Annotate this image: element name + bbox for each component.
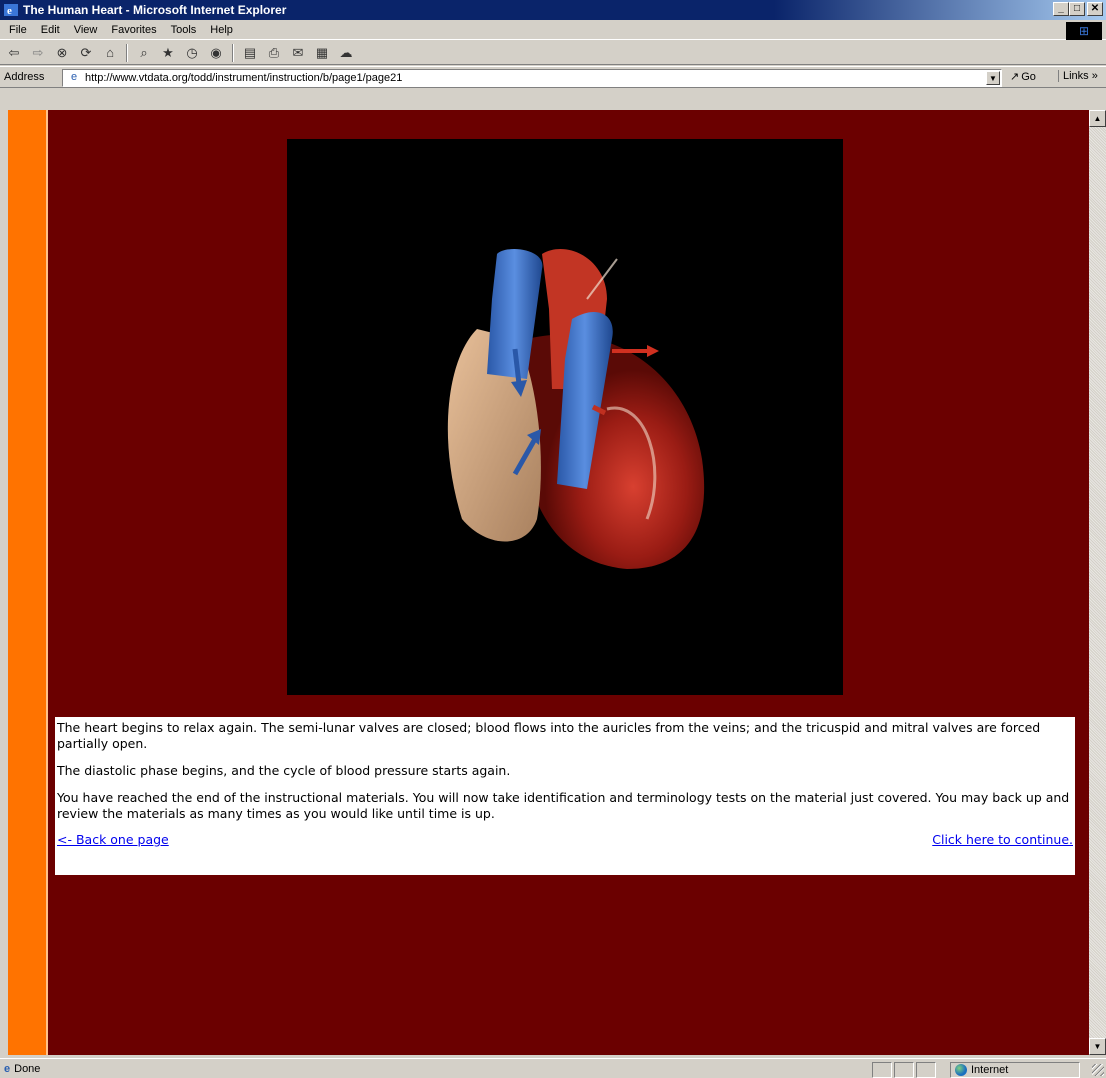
address-field[interactable]: e ▼ bbox=[62, 69, 1002, 87]
page-viewport: The heart begins to relax again. The sem… bbox=[8, 110, 1089, 1055]
address-label: Address bbox=[4, 71, 45, 83]
menu-file[interactable]: File bbox=[2, 24, 34, 36]
zone-label: Internet bbox=[971, 1064, 1009, 1076]
forward-icon[interactable]: ⇨ bbox=[28, 43, 48, 63]
go-label: Go bbox=[1021, 70, 1036, 83]
discuss-icon[interactable]: ☁ bbox=[336, 43, 356, 63]
back-icon[interactable]: ⇦ bbox=[4, 43, 24, 63]
toolbar-separator bbox=[232, 43, 234, 62]
media-icon[interactable]: ◉ bbox=[206, 43, 226, 63]
security-zone: Internet bbox=[950, 1062, 1080, 1078]
navigation-links: <- Back one page Click here to continue. bbox=[57, 832, 1073, 848]
back-one-page-link[interactable]: <- Back one page bbox=[57, 832, 169, 848]
go-arrow-icon: ↗ bbox=[1010, 71, 1020, 83]
links-button[interactable]: Links » bbox=[1058, 70, 1098, 82]
status-area: e Done bbox=[0, 1063, 40, 1075]
stop-icon[interactable]: ⊗ bbox=[52, 43, 72, 63]
window-title: The Human Heart - Microsoft Internet Exp… bbox=[23, 3, 287, 17]
close-button[interactable]: ✕ bbox=[1087, 2, 1103, 16]
viewport-frame-left bbox=[0, 88, 8, 1055]
scroll-up-icon[interactable]: ▲ bbox=[1089, 110, 1106, 127]
address-dropdown-icon[interactable]: ▼ bbox=[986, 71, 1000, 85]
status-text: Done bbox=[14, 1062, 41, 1075]
status-pane bbox=[872, 1062, 892, 1078]
window-titlebar: e The Human Heart - Microsoft Internet E… bbox=[0, 0, 1106, 20]
windows-logo-icon: ⊞ bbox=[1066, 22, 1102, 40]
go-button[interactable]: ↗ Go bbox=[1010, 70, 1036, 84]
description-paragraph-2: The diastolic phase begins, and the cycl… bbox=[57, 763, 511, 778]
status-pane bbox=[894, 1062, 914, 1078]
description-paragraph-1: The heart begins to relax again. The sem… bbox=[57, 720, 1041, 751]
maximize-button[interactable]: □ bbox=[1069, 2, 1085, 16]
address-bar: Address e ▼ ↗ Go Links » bbox=[0, 66, 1106, 88]
left-stripe bbox=[8, 110, 48, 1055]
menu-tools[interactable]: Tools bbox=[164, 24, 204, 36]
description-panel: The heart begins to relax again. The sem… bbox=[55, 717, 1075, 875]
mail-icon[interactable]: ✉ bbox=[288, 43, 308, 63]
scroll-down-icon[interactable]: ▼ bbox=[1089, 1038, 1106, 1055]
minimize-button[interactable]: _ bbox=[1053, 2, 1069, 16]
history-icon[interactable]: ◷ bbox=[182, 43, 202, 63]
toolbar-separator bbox=[126, 43, 128, 62]
edit-icon[interactable]: ▦ bbox=[312, 43, 332, 63]
menu-help[interactable]: Help bbox=[203, 24, 240, 36]
resize-grip-icon[interactable] bbox=[1092, 1064, 1104, 1076]
globe-icon bbox=[955, 1064, 967, 1076]
address-input[interactable] bbox=[85, 72, 1001, 84]
refresh-icon[interactable]: ⟳ bbox=[76, 43, 96, 63]
home-icon[interactable]: ⌂ bbox=[100, 43, 120, 63]
page-icon: e bbox=[70, 71, 78, 83]
ie-icon: e bbox=[3, 2, 19, 18]
menu-bar: File Edit View Favorites Tools Help bbox=[0, 20, 1106, 40]
status-pane bbox=[916, 1062, 936, 1078]
menu-favorites[interactable]: Favorites bbox=[104, 24, 163, 36]
description-paragraph-3: You have reached the end of the instruct… bbox=[57, 790, 1070, 821]
page-done-icon: e bbox=[4, 1062, 11, 1075]
menu-edit[interactable]: Edit bbox=[34, 24, 67, 36]
vertical-scrollbar[interactable]: ▲ ▼ bbox=[1089, 110, 1106, 1055]
search-icon[interactable]: ⌕ bbox=[134, 43, 154, 63]
fullscreen-icon[interactable]: ▤ bbox=[240, 43, 260, 63]
status-bar: e Done Internet bbox=[0, 1058, 1106, 1078]
favorites-icon[interactable]: ★ bbox=[158, 43, 178, 63]
print-icon[interactable]: ⎙ bbox=[264, 43, 284, 63]
menu-view[interactable]: View bbox=[67, 24, 105, 36]
heart-illustration bbox=[287, 139, 843, 695]
svg-text:e: e bbox=[7, 5, 12, 17]
standard-toolbar: ⇦ ⇨ ⊗ ⟳ ⌂ ⌕ ★ ◷ ◉ ▤ ⎙ ✉ ▦ ☁ bbox=[0, 41, 1106, 65]
continue-link[interactable]: Click here to continue. bbox=[932, 832, 1073, 848]
viewport-frame bbox=[0, 88, 1106, 110]
